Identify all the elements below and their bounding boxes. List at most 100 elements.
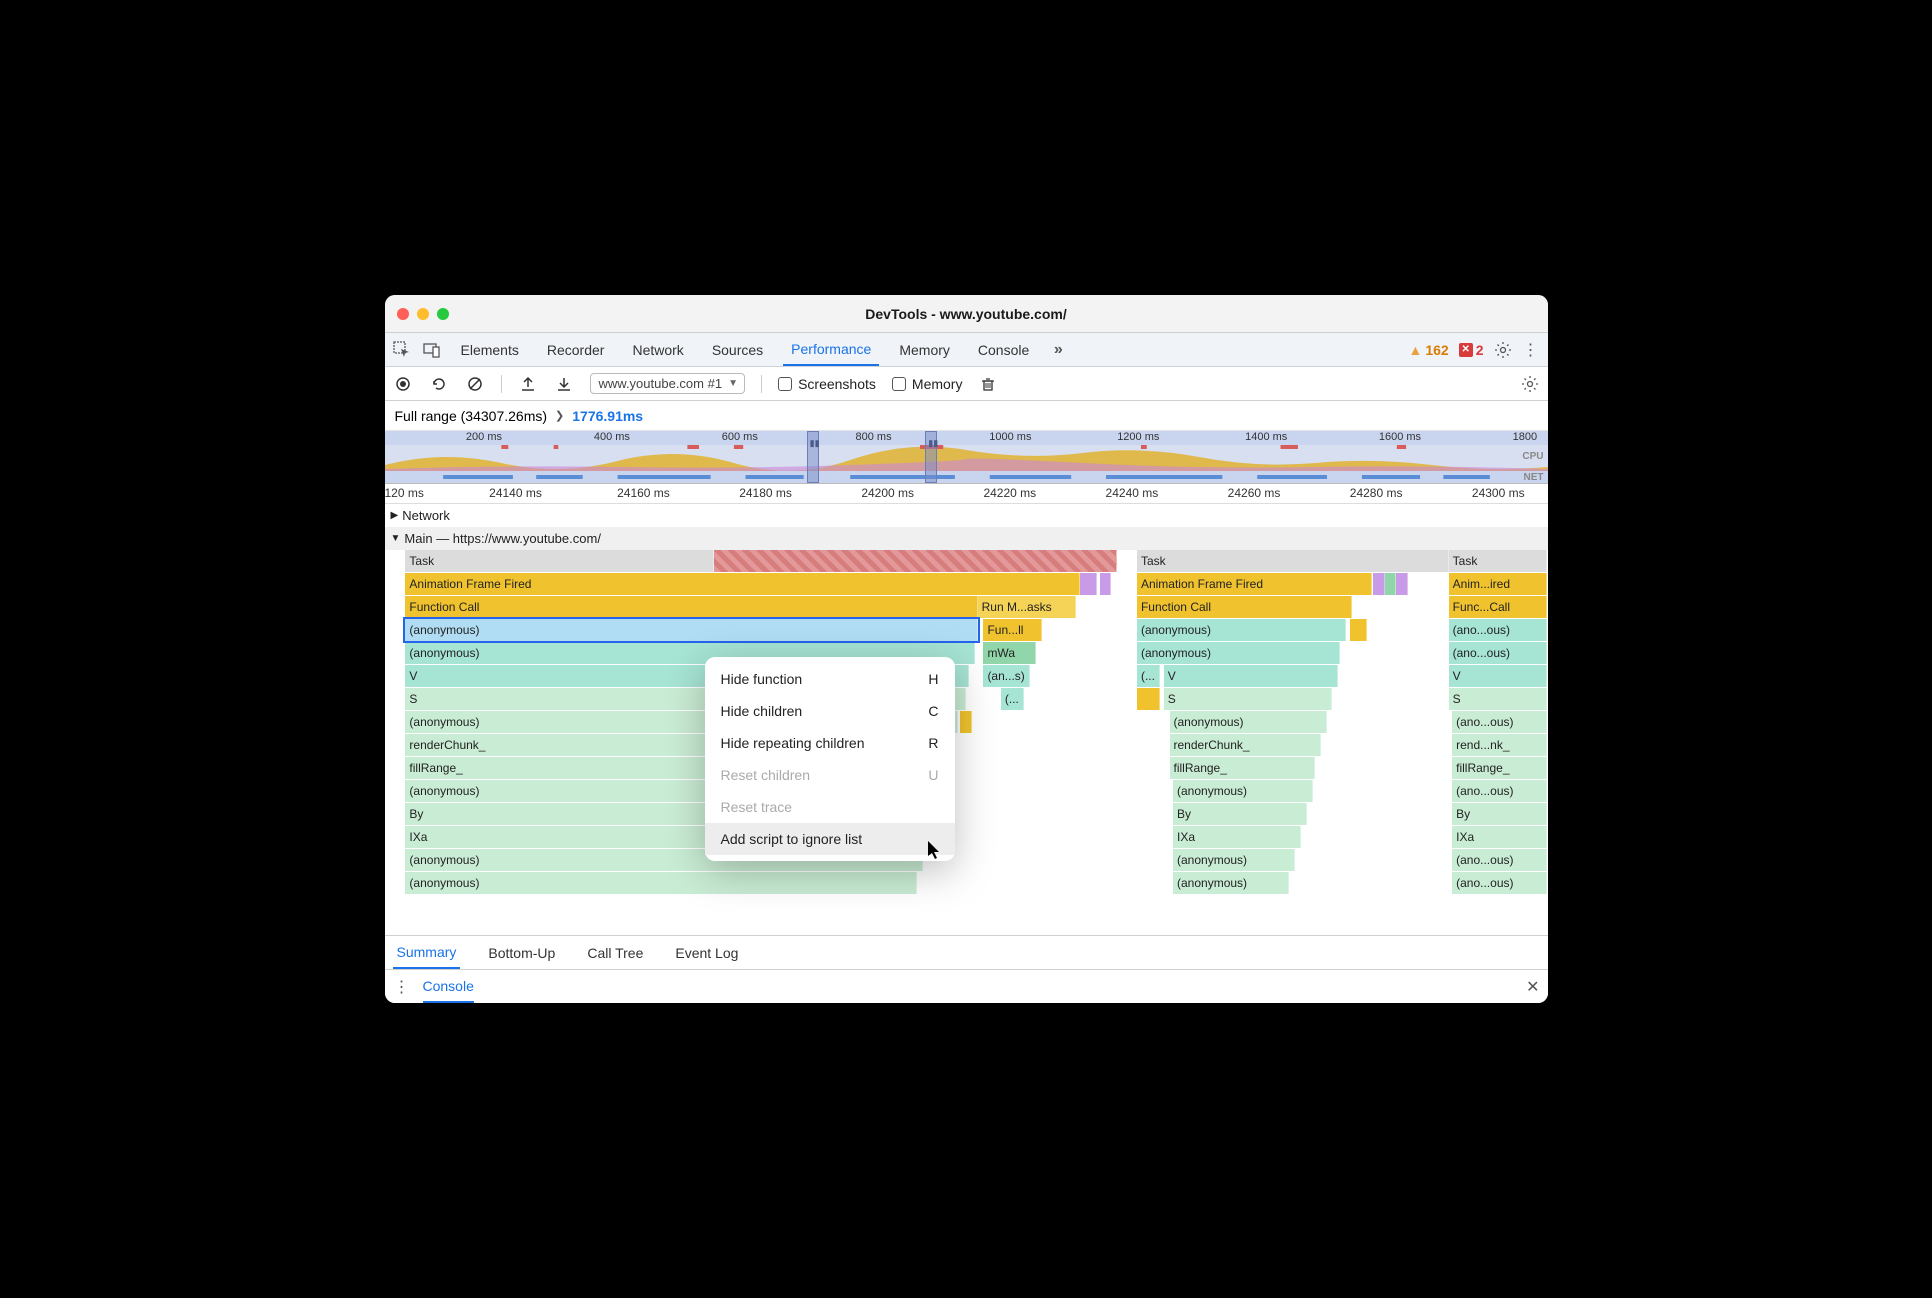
capture-settings-icon[interactable] (1520, 374, 1540, 394)
inspect-element-icon[interactable] (393, 341, 411, 359)
tab-sources[interactable]: Sources (704, 333, 771, 366)
flame-func[interactable]: Function Call (1137, 596, 1352, 618)
flame-anon[interactable]: (anonymous) (1137, 642, 1341, 664)
flame-s[interactable]: S (1449, 688, 1548, 710)
tab-performance[interactable]: Performance (783, 333, 879, 366)
breadcrumb-full-range[interactable]: Full range (34307.26ms) (395, 408, 548, 424)
screenshots-checkbox[interactable]: Screenshots (778, 376, 876, 392)
context-reset-trace: Reset trace (705, 791, 955, 823)
garbage-collect-button[interactable] (978, 374, 998, 394)
flame-seg[interactable] (1137, 688, 1160, 710)
tab-memory[interactable]: Memory (891, 333, 958, 366)
flame-anon[interactable]: (ano...ous) (1449, 619, 1548, 641)
flame-fun[interactable]: Fun...ll (983, 619, 1041, 641)
flame-by[interactable]: By (1452, 803, 1547, 825)
error-icon: ✕ (1459, 343, 1473, 357)
reload-record-button[interactable] (429, 374, 449, 394)
flame-seg[interactable] (1373, 573, 1385, 595)
tab-network[interactable]: Network (624, 333, 691, 366)
flame-seg[interactable] (1385, 573, 1397, 595)
flame-anon[interactable]: (ano...ous) (1452, 780, 1547, 802)
maximize-window-button[interactable] (437, 308, 449, 320)
context-add-ignore-list[interactable]: Add script to ignore list (705, 823, 955, 855)
flame-anon[interactable]: (anonymous) (1173, 780, 1313, 802)
flame-fill[interactable]: fillRange_ (1170, 757, 1315, 779)
overview-handle-right[interactable]: ▮▮ (925, 431, 937, 483)
flame-anim[interactable]: Animation Frame Fired (1137, 573, 1372, 595)
overview-handle-left[interactable]: ▮▮ (807, 431, 819, 483)
flame-seg[interactable] (1080, 573, 1097, 595)
flame-seg[interactable] (1396, 573, 1408, 595)
close-drawer-icon[interactable]: ✕ (1526, 977, 1539, 997)
bottom-tab-summary[interactable]: Summary (393, 936, 461, 969)
more-tabs-icon[interactable]: » (1049, 341, 1067, 359)
flame-anon[interactable]: (anonymous) (1170, 711, 1327, 733)
flame-seg[interactable] (1350, 619, 1367, 641)
tab-recorder[interactable]: Recorder (539, 333, 613, 366)
flame-by[interactable]: By (1173, 803, 1307, 825)
flame-s[interactable]: S (1164, 688, 1333, 710)
flame-v[interactable]: V (1164, 665, 1338, 687)
flame-func[interactable]: Func...Call (1449, 596, 1548, 618)
flame-task-long[interactable] (714, 550, 1118, 572)
upload-button[interactable] (518, 374, 538, 394)
flame-anon[interactable]: (anonymous) (1137, 619, 1346, 641)
flame-func[interactable]: Function Call (405, 596, 977, 618)
device-toggle-icon[interactable] (423, 341, 441, 359)
errors-badge[interactable]: ✕2 (1459, 342, 1484, 358)
context-hide-repeating[interactable]: Hide repeating childrenR (705, 727, 955, 759)
download-button[interactable] (554, 374, 574, 394)
flame-anon[interactable]: (anonymous) (405, 872, 917, 894)
context-hide-function[interactable]: Hide functionH (705, 663, 955, 695)
flame-paren[interactable]: (... (1137, 665, 1160, 687)
flame-anon[interactable]: (ano...ous) (1452, 849, 1547, 871)
flame-chart-area[interactable]: ▶Network ▼Main — https://www.youtube.com… (385, 504, 1548, 935)
flame-task[interactable]: Task (1449, 550, 1548, 572)
flame-paren[interactable]: (... (1001, 688, 1024, 710)
flame-ixa[interactable]: IXa (1452, 826, 1547, 848)
net-label: NET (1524, 472, 1544, 483)
flame-seg[interactable] (960, 711, 972, 733)
flame-ans[interactable]: (an...s) (983, 665, 1030, 687)
flame-anon[interactable]: (ano...ous) (1452, 872, 1547, 894)
tab-elements[interactable]: Elements (453, 333, 527, 366)
timeline-ruler[interactable]: 120 ms 24140 ms 24160 ms 24180 ms 24200 … (385, 484, 1548, 504)
close-window-button[interactable] (397, 308, 409, 320)
flame-run[interactable]: Run M...asks (978, 596, 1077, 618)
flame-mwa[interactable]: mWa (983, 642, 1035, 664)
flame-seg[interactable] (1100, 573, 1112, 595)
flame-ixa[interactable]: IXa (1173, 826, 1301, 848)
network-track-header[interactable]: ▶Network (385, 504, 1548, 527)
console-drawer-tab[interactable]: Console (423, 970, 474, 1003)
flame-anon[interactable]: (anonymous) (1173, 849, 1295, 871)
flame-task[interactable]: Task (1137, 550, 1449, 572)
flame-anim[interactable]: Animation Frame Fired (405, 573, 1080, 595)
warnings-badge[interactable]: ▲162 (1408, 342, 1448, 358)
flame-v[interactable]: V (1449, 665, 1548, 687)
memory-checkbox[interactable]: Memory (892, 376, 963, 392)
main-track-header[interactable]: ▼Main — https://www.youtube.com/ (385, 527, 1548, 550)
tab-console[interactable]: Console (970, 333, 1037, 366)
context-hide-children[interactable]: Hide childrenC (705, 695, 955, 727)
drawer-kebab-icon[interactable]: ⋮ (393, 978, 411, 996)
bottom-tab-calltree[interactable]: Call Tree (583, 936, 647, 969)
flame-render[interactable]: renderChunk_ (1170, 734, 1321, 756)
flame-task[interactable]: Task (405, 550, 713, 572)
clear-button[interactable] (465, 374, 485, 394)
flame-anim[interactable]: Anim...ired (1449, 573, 1548, 595)
settings-icon[interactable] (1494, 341, 1512, 359)
flame-anon-selected[interactable]: (anonymous) (405, 619, 977, 641)
recording-selector[interactable]: www.youtube.com #1▼ (590, 373, 746, 394)
kebab-menu-icon[interactable]: ⋮ (1522, 341, 1540, 359)
record-button[interactable] (393, 374, 413, 394)
flame-fill[interactable]: fillRange_ (1452, 757, 1547, 779)
flame-render[interactable]: rend...nk_ (1452, 734, 1547, 756)
flame-anon[interactable]: (ano...ous) (1452, 711, 1547, 733)
overview-pane[interactable]: 200 ms 400 ms 600 ms 800 ms 1000 ms 1200… (385, 431, 1548, 484)
minimize-window-button[interactable] (417, 308, 429, 320)
breadcrumb-current[interactable]: 1776.91ms (572, 408, 643, 424)
flame-anon[interactable]: (anonymous) (1173, 872, 1289, 894)
bottom-tab-bottomup[interactable]: Bottom-Up (484, 936, 559, 969)
flame-anon[interactable]: (ano...ous) (1449, 642, 1548, 664)
bottom-tab-eventlog[interactable]: Event Log (671, 936, 742, 969)
